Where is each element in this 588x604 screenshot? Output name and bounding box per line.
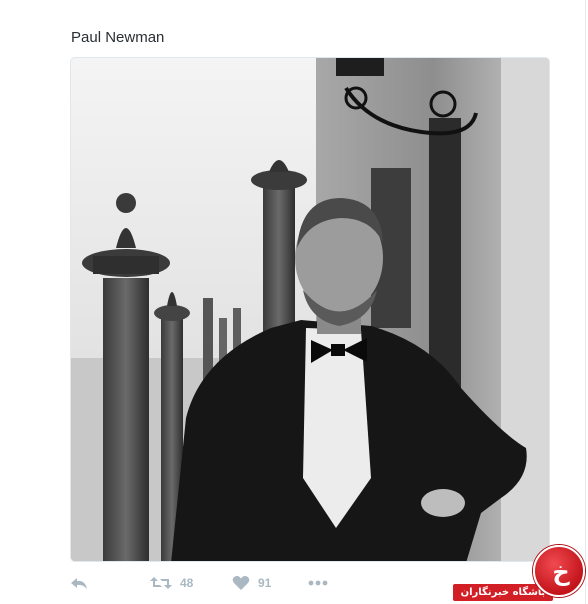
watermark-logo: باشگاه خبرنگاران خ xyxy=(448,543,588,604)
photo-image xyxy=(71,58,549,561)
retweet-button[interactable]: 48 xyxy=(150,575,193,591)
more-button[interactable] xyxy=(308,575,328,591)
reply-button[interactable] xyxy=(70,575,88,591)
like-button[interactable]: 91 xyxy=(232,575,271,591)
more-dots-icon xyxy=(308,580,328,586)
watermark-glyph: خ xyxy=(552,558,570,586)
like-count: 91 xyxy=(258,576,272,590)
reply-icon xyxy=(71,578,87,589)
retweet-icon xyxy=(150,577,172,589)
tweet-photo[interactable] xyxy=(70,57,550,562)
tweet-text: Paul Newman xyxy=(71,29,165,46)
heart-icon xyxy=(232,576,250,590)
timeline-divider xyxy=(585,0,586,604)
watermark-badge: خ xyxy=(533,545,585,597)
retweet-count: 48 xyxy=(180,576,194,590)
